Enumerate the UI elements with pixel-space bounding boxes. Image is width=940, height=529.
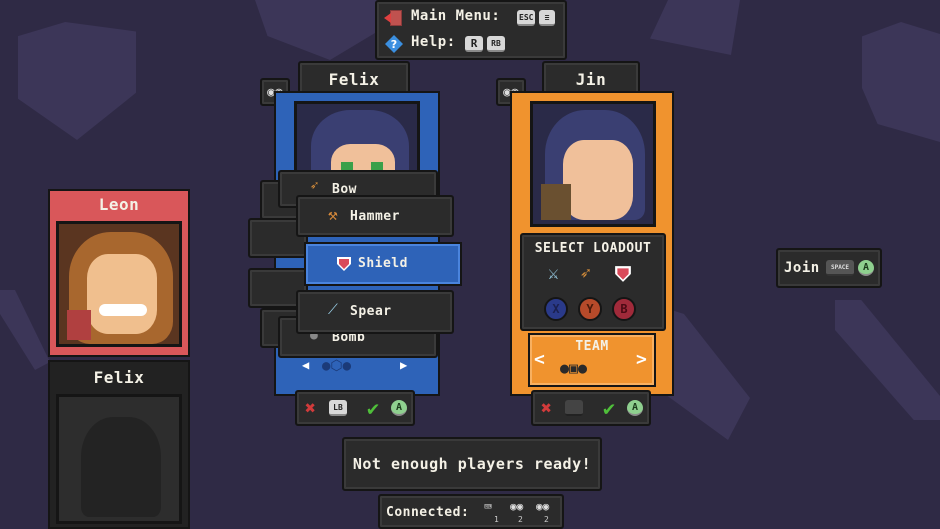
lb-key[interactable]: LB bbox=[329, 400, 347, 416]
spear-icon: ⟋ bbox=[328, 302, 338, 318]
r-key[interactable]: R bbox=[465, 36, 483, 52]
felix-action-bar: ✖ LB ✔ A bbox=[295, 390, 415, 426]
sword-icon: ⚔ bbox=[548, 263, 559, 284]
controller-icon-1: ◉◉ bbox=[510, 500, 524, 513]
keyboard-icon: ⌨ bbox=[484, 500, 492, 515]
help-label: Help: bbox=[411, 34, 456, 50]
connected-bar: Connected: ⌨ ◉◉ ◉◉ 1 2 2 bbox=[378, 494, 564, 529]
dpad-icon: ●⬡● bbox=[322, 358, 352, 374]
team-selector[interactable]: TEAM < ●▣● > bbox=[528, 333, 656, 387]
bg-sword-left bbox=[0, 290, 50, 370]
space-key[interactable]: SPACE bbox=[826, 260, 854, 276]
leon-portrait bbox=[56, 221, 182, 347]
team-left-arrow-icon[interactable]: < bbox=[534, 349, 545, 370]
weapon-label-spear: Spear bbox=[350, 304, 392, 319]
join-label: Join bbox=[784, 260, 820, 276]
bg-shape-topright bbox=[650, 0, 740, 55]
shield-icon bbox=[337, 257, 351, 271]
cancel-x-icon[interactable]: ✖ bbox=[305, 398, 316, 419]
weapon-item-shield[interactable]: Shield bbox=[304, 242, 462, 286]
rb-key[interactable]: RB bbox=[487, 36, 505, 52]
status-message: Not enough players ready! bbox=[342, 437, 602, 491]
felix-control-row: ◀ ●⬡● ▶ bbox=[296, 358, 420, 378]
join-panel[interactable]: Join SPACE A bbox=[776, 248, 882, 288]
team-right-arrow-icon[interactable]: > bbox=[636, 349, 647, 370]
bow-icon: ➶ bbox=[310, 178, 319, 194]
help-icon: ? bbox=[383, 34, 405, 54]
a-button[interactable]: A bbox=[627, 400, 643, 416]
weapon-item-spear[interactable]: ⟋ Spear bbox=[296, 290, 454, 334]
jin-action-bar: ✖ ✔ A bbox=[531, 390, 651, 426]
slot-number-2: 2 bbox=[518, 515, 523, 524]
cancel-key-blank[interactable] bbox=[565, 400, 583, 416]
right-arrow-icon[interactable]: ▶ bbox=[400, 358, 407, 372]
weapon-label-hammer: Hammer bbox=[350, 209, 400, 224]
a-button[interactable]: A bbox=[858, 260, 874, 276]
felix-empty-portrait bbox=[56, 394, 182, 524]
jin-portrait bbox=[530, 101, 656, 227]
bow-icon: ➶ bbox=[580, 263, 591, 284]
x-button[interactable]: X bbox=[544, 297, 568, 321]
silhouette bbox=[81, 417, 161, 517]
controller-icon-2: ◉◉ bbox=[536, 500, 550, 513]
slot-number-1: 1 bbox=[494, 515, 499, 524]
y-button[interactable]: Y bbox=[578, 297, 602, 321]
confirm-check-icon[interactable]: ✔ bbox=[603, 396, 615, 420]
esc-key[interactable]: ESC bbox=[517, 10, 536, 26]
weapon-item-hammer[interactable]: ⚒ Hammer bbox=[296, 195, 454, 237]
weapon-label-shield: Shield bbox=[358, 256, 408, 271]
main-menu-label: Main Menu: bbox=[411, 8, 501, 24]
exit-door-icon bbox=[383, 8, 405, 28]
left-arrow-icon[interactable]: ◀ bbox=[302, 358, 309, 372]
cancel-x-icon[interactable]: ✖ bbox=[541, 398, 552, 419]
felix-empty-card[interactable]: Felix bbox=[48, 360, 190, 529]
jin-mini-sprite bbox=[541, 184, 571, 220]
confirm-check-icon[interactable]: ✔ bbox=[367, 396, 379, 420]
loadout-panel: SELECT LOADOUT ⚔ ➶ X Y B bbox=[520, 233, 666, 331]
slot-number-3: 2 bbox=[544, 515, 549, 524]
b-button[interactable]: B bbox=[612, 297, 636, 321]
shield-icon bbox=[615, 266, 631, 282]
a-button[interactable]: A bbox=[391, 400, 407, 416]
connected-label: Connected: bbox=[386, 505, 470, 520]
bg-sword-top bbox=[255, 0, 380, 60]
jin-card[interactable]: SELECT LOADOUT ⚔ ➶ X Y B TEAM < ●▣● > bbox=[510, 91, 674, 396]
top-menu-panel: Main Menu: ESC ≡ ? Help: R RB bbox=[375, 0, 567, 60]
leon-card[interactable]: Leon bbox=[48, 189, 190, 357]
loadout-title: SELECT LOADOUT bbox=[534, 241, 652, 256]
leon-name: Leon bbox=[98, 195, 140, 214]
menu-key-icon[interactable]: ≡ bbox=[539, 10, 555, 26]
svg-text:?: ? bbox=[391, 38, 397, 51]
bg-sword-right bbox=[835, 300, 940, 420]
team-emblem-icon: ●▣● bbox=[560, 359, 588, 377]
leon-mini-sprite bbox=[67, 310, 91, 340]
bg-shield-right bbox=[862, 22, 940, 142]
felix-empty-name: Felix bbox=[93, 368, 145, 387]
hammer-icon: ⚒ bbox=[328, 205, 338, 224]
bg-shield-left bbox=[18, 22, 136, 140]
